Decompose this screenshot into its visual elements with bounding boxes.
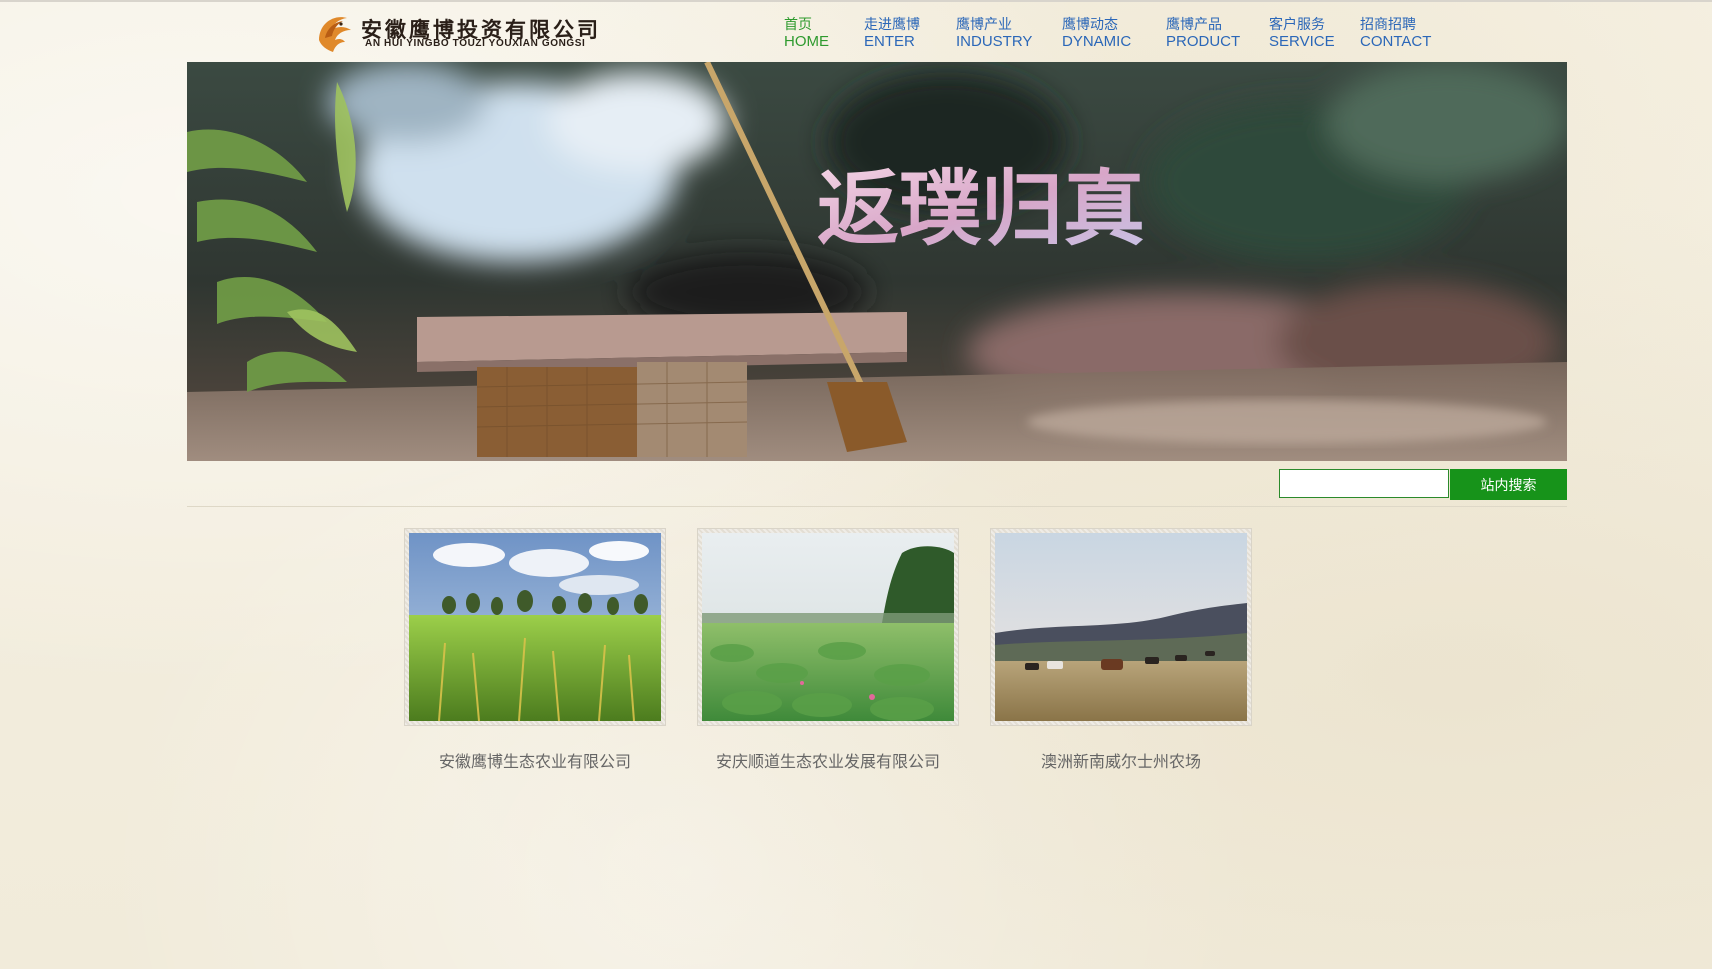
nav-enter[interactable]: 走进鹰博 ENTER bbox=[864, 15, 920, 51]
top-border bbox=[0, 0, 1712, 2]
nav-service-cn: 客户服务 bbox=[1269, 16, 1325, 32]
nav-product[interactable]: 鹰博产品 PRODUCT bbox=[1166, 15, 1240, 51]
search-button[interactable]: 站内搜索 bbox=[1450, 469, 1567, 500]
company-card-shundao[interactable]: 安庆顺道生态农业发展有限公司 bbox=[697, 528, 959, 772]
card-caption[interactable]: 安徽鹰博生态农业有限公司 bbox=[404, 748, 666, 772]
nav-dynamic-cn: 鹰博动态 bbox=[1062, 16, 1118, 32]
lotus-pond-image bbox=[702, 533, 954, 721]
nav-enter-en: ENTER bbox=[864, 33, 915, 50]
nav-dynamic-en: DYNAMIC bbox=[1062, 33, 1132, 50]
site-logo[interactable]: 安徽鹰博投资有限公司 AN HUI YINGBO TOUZI YOUXIAN G… bbox=[313, 10, 598, 54]
content-divider bbox=[187, 506, 1567, 507]
banner-slogan: 返璞归真 bbox=[817, 161, 1145, 257]
hero-banner[interactable]: 返璞归真 bbox=[187, 62, 1567, 461]
card-image-frame bbox=[990, 528, 1252, 726]
nav-home-cn: 首页 bbox=[784, 16, 812, 32]
nav-product-en: PRODUCT bbox=[1166, 33, 1241, 50]
nav-service-en: SERVICE bbox=[1269, 33, 1335, 50]
company-name-en: AN HUI YINGBO TOUZI YOUXIAN GONGSI bbox=[365, 38, 586, 49]
nav-enter-cn: 走进鹰博 bbox=[864, 16, 920, 32]
card-image-frame bbox=[697, 528, 959, 726]
nav-contact-en: CONTACT bbox=[1360, 33, 1432, 50]
nav-industry[interactable]: 鹰博产业 INDUSTRY bbox=[956, 15, 1032, 51]
nav-contact[interactable]: 招商招聘 CONTACT bbox=[1360, 15, 1431, 51]
rice-field-image bbox=[409, 533, 661, 721]
nav-industry-cn: 鹰博产业 bbox=[956, 16, 1012, 32]
nav-home-en: HOME bbox=[784, 33, 829, 50]
nav-contact-cn: 招商招聘 bbox=[1360, 16, 1416, 32]
nav-home[interactable]: 首页 HOME bbox=[784, 15, 829, 51]
nav-product-cn: 鹰博产品 bbox=[1166, 16, 1222, 32]
nav-service[interactable]: 客户服务 SERVICE bbox=[1269, 15, 1335, 51]
nav-dynamic[interactable]: 鹰博动态 DYNAMIC bbox=[1062, 15, 1131, 51]
cattle-farm-image bbox=[995, 533, 1247, 721]
card-image-frame bbox=[404, 528, 666, 726]
card-caption[interactable]: 安庆顺道生态农业发展有限公司 bbox=[697, 748, 959, 772]
search-input[interactable] bbox=[1279, 469, 1449, 498]
card-caption[interactable]: 澳洲新南威尔士州农场 bbox=[990, 748, 1252, 772]
company-card-yingbo[interactable]: 安徽鹰博生态农业有限公司 bbox=[404, 528, 666, 772]
company-card-nsw-farm[interactable]: 澳洲新南威尔士州农场 bbox=[990, 528, 1252, 772]
eagle-logo-icon bbox=[319, 17, 351, 52]
nav-industry-en: INDUSTRY bbox=[956, 33, 1033, 50]
banner-image: 返璞归真 bbox=[187, 62, 1567, 461]
